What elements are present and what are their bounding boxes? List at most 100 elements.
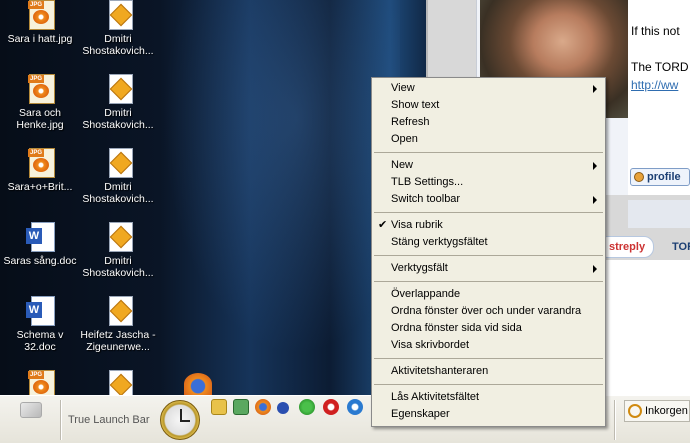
menu-item[interactable]: Visa skrivbordet (372, 337, 605, 354)
opera-icon[interactable] (323, 399, 339, 415)
desktop-icon-label: Dmitri Shostakovich... (82, 255, 154, 279)
menu-item[interactable]: Ordna fönster över och under varandra (372, 303, 605, 320)
menu-item-label: TLB Settings... (391, 176, 464, 188)
menu-item-label: Visa skrivbordet (391, 339, 470, 351)
desktop-icon-jpg[interactable]: JPG Sara+o+Brit... (0, 146, 80, 193)
image-file-icon: JPG (24, 0, 56, 30)
windows-flag-icon[interactable] (20, 402, 42, 418)
network-icon[interactable] (277, 402, 289, 414)
menu-item[interactable]: Switch toolbar (372, 191, 605, 208)
word-document-icon (24, 220, 56, 252)
desktop-icon-mp3[interactable]: Dmitri Shostakovich... (78, 72, 158, 131)
desktop-icon-mp3[interactable] (78, 368, 158, 395)
menu-separator (374, 212, 603, 213)
topic-label: TOR (672, 241, 690, 253)
reply-button-label: streply (609, 241, 646, 253)
image-file-icon: JPG (24, 368, 56, 395)
clock-icon[interactable] (160, 400, 200, 440)
profile-icon (634, 172, 644, 182)
menu-item-label: Show text (391, 99, 440, 111)
menu-item-label: Switch toolbar (391, 193, 461, 205)
image-file-icon: JPG (24, 72, 56, 104)
desktop-icon-mp3[interactable]: Dmitri Shostakovich... (78, 0, 158, 57)
desktop-icon-label: Dmitri Shostakovich... (82, 33, 154, 57)
menu-item-label: Ordna fönster sida vid sida (391, 322, 522, 334)
music-icon[interactable] (233, 399, 249, 415)
menu-item-label: View (391, 82, 415, 94)
menu-item-label: Verktygsfält (391, 262, 448, 274)
audio-file-icon (102, 294, 134, 326)
menu-item[interactable]: View (372, 80, 605, 97)
outlook-icon (628, 404, 642, 418)
desktop-icon-label: Dmitri Shostakovich... (82, 181, 154, 205)
inbox-taskbar-button[interactable]: Inkorgen (624, 400, 690, 422)
audio-file-icon (102, 72, 134, 104)
post-reply-button[interactable]: streply (598, 236, 654, 258)
audio-file-icon (102, 220, 134, 252)
check-icon: ✔ (378, 219, 388, 231)
audio-file-icon (102, 0, 134, 30)
desktop-icon-mp3[interactable]: Heifetz Jascha - Zigeunerwe... (78, 294, 158, 353)
menu-separator (374, 384, 603, 385)
menu-item[interactable]: Open (372, 131, 605, 148)
quicktime-icon[interactable] (347, 399, 363, 415)
menu-item[interactable]: ✔ Visa rubrik (372, 217, 605, 234)
menu-separator (374, 152, 603, 153)
menu-item[interactable]: TLB Settings... (372, 174, 605, 191)
taskbar-separator (60, 400, 62, 440)
post-link[interactable]: http://ww (631, 78, 678, 92)
desktop-icon-mp3[interactable]: Dmitri Shostakovich... (78, 220, 158, 279)
menu-item[interactable]: Egenskaper (372, 406, 605, 423)
menu-item[interactable]: Lås Aktivitetsfältet (372, 389, 605, 406)
menu-item-label: Refresh (391, 116, 430, 128)
desktop-icon-label: Sara i hatt.jpg (7, 33, 73, 45)
desktop-icon-mp3[interactable]: Dmitri Shostakovich... (78, 146, 158, 205)
menu-separator (374, 358, 603, 359)
menu-item-label: Lås Aktivitetsfältet (391, 391, 480, 403)
taskbar-separator (614, 400, 616, 440)
menu-item-label: Open (391, 133, 418, 145)
desktop-icon-label: Saras sång.doc (3, 255, 77, 267)
desktop-icon-jpg[interactable]: JPG Sara och Henke.jpg (0, 72, 80, 131)
image-file-icon: JPG (24, 146, 56, 178)
launch-bar-label: True Launch Bar (68, 414, 150, 426)
profile-button[interactable]: profile (630, 168, 690, 186)
menu-item[interactable]: Refresh (372, 114, 605, 131)
menu-item-label: Egenskaper (391, 408, 450, 420)
desktop-icon-label: Schema v 32.doc (16, 329, 64, 353)
menu-item-label: Ordna fönster över och under varandra (391, 305, 582, 317)
inbox-label: Inkorgen (645, 405, 688, 417)
folder-icon[interactable] (211, 399, 227, 415)
post-line: If this not (631, 24, 680, 38)
desktop-icon-doc[interactable]: Saras sång.doc (0, 220, 80, 267)
menu-item-label: Aktivitetshanteraren (391, 365, 489, 377)
post-text: If this not The TORD http://ww (628, 0, 690, 195)
desktop-icon-doc[interactable]: Schema v 32.doc (0, 294, 80, 353)
audio-file-icon (102, 368, 134, 395)
desktop-icon-label: Sara och Henke.jpg (16, 107, 64, 131)
audio-file-icon (102, 146, 134, 178)
firefox-icon[interactable] (255, 399, 271, 415)
menu-separator (374, 281, 603, 282)
submenu-arrow-icon (593, 265, 597, 273)
menu-item-label: Stäng verktygsfältet (391, 236, 488, 248)
menu-item-label: Överlappande (391, 288, 461, 300)
menu-item[interactable]: Ordna fönster sida vid sida (372, 320, 605, 337)
menu-item-label: Visa rubrik (391, 219, 443, 231)
menu-separator (374, 255, 603, 256)
desktop-icon-jpg[interactable]: JPG Sara i hatt.jpg (0, 0, 80, 45)
menu-item[interactable]: Aktivitetshanteraren (372, 363, 605, 380)
menu-item[interactable]: New (372, 157, 605, 174)
firefox-desktop-icon[interactable] (184, 373, 212, 395)
post-line: The TORD (631, 60, 689, 74)
menu-item[interactable]: Stäng verktygsfältet (372, 234, 605, 251)
desktop-icon-label: Sara+o+Brit... (7, 181, 73, 193)
word-document-icon (24, 294, 56, 326)
menu-item[interactable]: Show text (372, 97, 605, 114)
desktop-icon-label: Dmitri Shostakovich... (82, 107, 154, 131)
messenger-icon[interactable] (299, 399, 315, 415)
menu-item[interactable]: Verktygsfält (372, 260, 605, 277)
desktop-icon-jpg[interactable]: JPG (0, 368, 80, 395)
menu-item[interactable]: Överlappande (372, 286, 605, 303)
desktop-icon-label: Heifetz Jascha - Zigeunerwe... (80, 329, 156, 353)
